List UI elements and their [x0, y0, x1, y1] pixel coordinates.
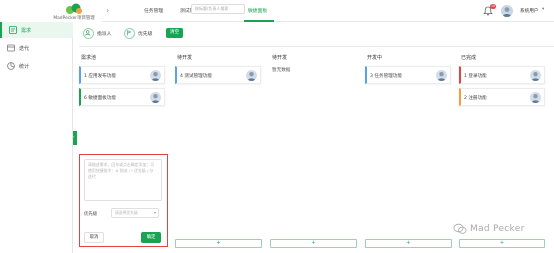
sidebar: 需求 迭代 统计 [0, 22, 73, 253]
assignee-filter-label: 指派人 [97, 31, 112, 37]
board-column: 待开发 4 测试管理功能 [175, 48, 264, 253]
assignee-avatar [530, 92, 541, 103]
search-input[interactable]: 按标题/负责人搜索 [191, 4, 245, 14]
caret-down-icon[interactable]: ▾ [542, 7, 544, 12]
priority-select-placeholder: 请选择优先级 [115, 210, 138, 215]
watermark-text: Mad Pecker [470, 224, 525, 234]
story-card[interactable]: 2 注册功能 [459, 88, 545, 106]
user-avatar-icon [502, 7, 512, 17]
cancel-button[interactable]: 取消 [84, 232, 104, 243]
app-logo[interactable]: MadPecker项目管理 [46, 0, 102, 24]
priority-label: 优先级 [84, 212, 98, 217]
active-tab-indicator [244, 20, 274, 22]
priority-filter-label: 优先级 [138, 31, 153, 37]
priority-icon [124, 27, 135, 39]
notification-badge: 10 [490, 4, 496, 9]
user-name[interactable]: 系统用户 [520, 8, 538, 14]
user-avatar[interactable] [501, 5, 513, 17]
story-card-title: 1 应用发布功能 [84, 74, 116, 79]
logo-text: MadPecker项目管理 [53, 16, 95, 21]
toolbar-divider [79, 46, 554, 47]
assignee-avatar [150, 92, 161, 103]
add-card-button[interactable]: + [175, 239, 262, 248]
watermark: Mad Pecker [453, 221, 525, 237]
column-title: 待开发 [272, 55, 288, 61]
story-card[interactable]: 6 敏捷面板功能 [79, 88, 165, 106]
sidebar-collapse-handle[interactable]: ‹ [73, 131, 77, 145]
sidebar-item-requirement[interactable]: 需求 [0, 22, 73, 38]
clear-filter-button[interactable]: 清空 [166, 28, 183, 38]
stats-icon [7, 62, 15, 70]
story-card-title: 2 注册功能 [464, 96, 487, 101]
assignee-avatar [530, 70, 541, 81]
story-card[interactable]: 4 测试管理功能 [175, 66, 261, 84]
avatar-icon [247, 72, 256, 81]
quick-add-form: 请描述需求，回车或点击确定添加；可使用快捷指令：# 指派 / ! 优先级 / @… [79, 154, 168, 247]
nav-tab-agile[interactable]: 敏捷面板 [248, 7, 267, 14]
board-column: 开发中 3 任务管理功能 [365, 48, 454, 253]
column-title: 开发中 [367, 55, 383, 61]
sidebar-item-label: 迭代 [19, 46, 30, 52]
app-root: MadPecker项目管理 › 任务管理 测试管理 应用发布 敏捷面板 10 系… [0, 0, 554, 253]
requirement-icon [9, 26, 17, 34]
avatar-icon [151, 94, 160, 103]
sidebar-item-label: 统计 [19, 64, 30, 70]
priority-select[interactable]: 请选择优先级 ▾ [111, 208, 159, 218]
add-card-button[interactable]: + [270, 239, 357, 248]
top-nav: › 任务管理 测试管理 应用发布 敏捷面板 10 系统用户 ▾ [102, 0, 554, 22]
avatar-icon [531, 72, 540, 81]
chevron-left-icon: ‹ [73, 134, 75, 139]
assignee-avatar [150, 70, 161, 81]
pecker-logo-icon [66, 3, 82, 14]
sidebar-item-label: 需求 [21, 28, 32, 34]
requirement-textarea[interactable]: 请描述需求，回车或点击确定添加；可使用快捷指令：# 指派 / ! 优先级 / @… [84, 159, 162, 201]
board-column: 待开发 暂无数据 [270, 48, 359, 253]
column-title: 待开发 [177, 55, 193, 61]
assignee-avatar [436, 70, 447, 81]
iteration-icon [7, 44, 15, 52]
chevron-right-icon[interactable]: › [106, 6, 109, 15]
assignee-filter[interactable]: 指派人 [83, 27, 111, 39]
sidebar-item-stats[interactable]: 统计 [0, 58, 73, 74]
wechat-icon [453, 223, 467, 234]
avatar-icon [151, 72, 160, 81]
story-card-title: 1 登录功能 [464, 74, 487, 79]
story-card-title: 3 任务管理功能 [370, 74, 402, 79]
story-card[interactable]: 1 登录功能 [459, 66, 545, 84]
add-card-button[interactable]: + [365, 239, 452, 248]
column-title: 需求池 [81, 55, 97, 61]
sidebar-item-iteration[interactable]: 迭代 [0, 40, 73, 56]
board-toolbar: 指派人 优先级 清空 [79, 24, 554, 44]
column-title: 已完成 [461, 55, 477, 61]
add-card-button[interactable]: + [459, 239, 545, 248]
assignee-avatar [246, 70, 257, 81]
story-card-title: 4 测试管理功能 [180, 74, 212, 79]
chevron-down-icon: ▾ [153, 210, 156, 215]
avatar-icon [531, 94, 540, 103]
story-card[interactable]: 3 任务管理功能 [365, 66, 451, 84]
confirm-button[interactable]: 确定 [141, 232, 161, 243]
avatar-icon [437, 72, 446, 81]
priority-filter[interactable]: 优先级 [124, 27, 152, 39]
story-card-title: 6 敏捷面板功能 [84, 96, 116, 101]
assignee-icon [83, 27, 94, 39]
nav-tab-task[interactable]: 任务管理 [144, 7, 163, 14]
empty-state-text: 暂无数据 [272, 68, 291, 73]
story-card[interactable]: 1 应用发布功能 [79, 66, 165, 84]
